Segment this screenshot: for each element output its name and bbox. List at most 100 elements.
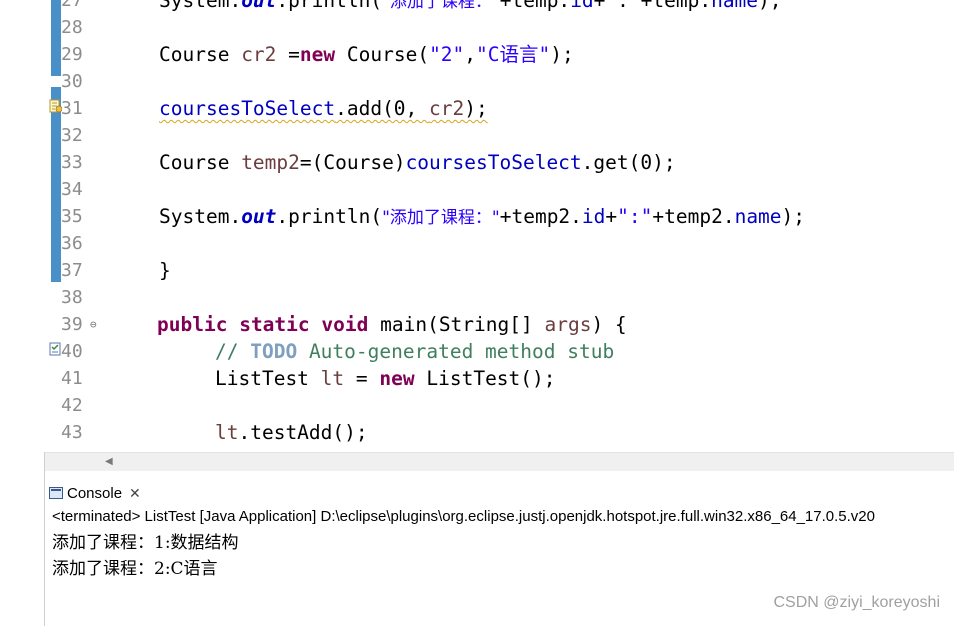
console-tab-bar: Console ✕ [45,480,954,506]
code-token: .add(0, [335,97,430,120]
line-number: 41 [61,368,83,389]
code-editor[interactable]: 27 28 29 30 31 32 33 34 35 36 37 38 39 ⊖… [0,0,954,452]
code-token: name [711,0,759,12]
line-number: 27 [61,0,83,11]
code-line-29[interactable]: Course cr2 =new Course("2","C语言"); [159,41,574,68]
code-token: } [159,259,171,282]
code-token: new [379,367,415,390]
code-token: Course [159,43,242,66]
code-line-33[interactable]: Course temp2=(Course)coursesToSelect.get… [159,149,676,176]
code-token: .get(0); [581,151,676,174]
scrollbar-gutter [45,452,100,471]
code-token: ) { [591,313,627,336]
code-token: ListTest(); [414,367,556,390]
code-token: .println( [276,205,383,228]
code-token: +temp. [499,0,571,12]
code-token: = [276,43,300,66]
warning-squiggle: coursesToSelect.add(0, cr2); [159,97,488,120]
code-token: id [581,205,606,228]
code-token: // [215,340,251,363]
code-token: Auto-generated method stub [297,340,615,363]
line-number: 34 [61,179,83,200]
code-token: "C语言" [476,43,551,66]
code-token: coursesToSelect [159,97,336,120]
code-token: +":"+temp. [593,0,712,12]
code-line-31[interactable]: coursesToSelect.add(0, cr2); [159,95,488,122]
tab-console[interactable]: Console ✕ [49,481,141,505]
line-number: 40 [61,341,83,362]
code-token: temp2 [241,151,300,174]
code-token: +temp2. [652,205,735,228]
code-line-37[interactable]: } [159,257,171,284]
code-token: ); [758,0,782,12]
code-token: ); [464,97,488,120]
code-token: cr2 [429,97,465,120]
line-number: 30 [61,71,83,92]
code-token: void [321,313,369,336]
code-token: Course( [335,43,430,66]
code-token: ListTest [215,367,321,390]
console-icon [49,487,63,499]
console-output-line[interactable]: 添加了课程：2:C语言 [52,556,218,582]
code-token: =(Course) [299,151,406,174]
code-token: out [241,205,277,228]
fold-toggle-icon[interactable]: ⊖ [90,311,97,338]
code-token: out [241,0,277,12]
line-number: 31 [61,98,83,119]
line-number: 37 [61,260,83,281]
code-token: lt [320,367,345,390]
code-line-43[interactable]: lt.testAdd(); [215,419,368,446]
task-marker-icon[interactable] [48,341,62,357]
line-number: 38 [61,287,83,308]
warning-marker-icon[interactable] [48,98,62,114]
code-token: name [734,205,782,228]
code-token: Course [159,151,242,174]
line-number: 42 [61,395,83,416]
code-token: coursesToSelect [405,151,582,174]
line-number: 39 ⊖ [61,311,101,338]
code-token: = [344,367,380,390]
console-tab-label: Console [67,484,123,502]
code-line-27[interactable]: System.out.println("添加了课程："+temp.id+":"+… [159,0,782,14]
code-token: , [464,43,477,66]
code-token: public [157,313,228,336]
code-line-35[interactable]: System.out.println("添加了课程："+temp2.id+":"… [159,203,805,230]
code-token: + [605,205,618,228]
line-number: 36 [61,233,83,254]
line-number: 28 [61,17,83,38]
code-token: cr2 [241,43,277,66]
code-line-39[interactable]: public static void main(String[] args) { [157,311,627,338]
console-status: <terminated> ListTest [Java Application]… [52,508,875,525]
code-token: System. [159,0,242,12]
code-line-40[interactable]: // TODO Auto-generated method stub [215,338,614,365]
code-token: lt [215,421,239,444]
code-token: ); [550,43,574,66]
code-token: .testAdd(); [238,421,368,444]
code-token: id [570,0,594,12]
line-number: 29 [61,44,83,65]
code-token: TODO [250,340,298,363]
close-icon[interactable]: ✕ [129,485,141,502]
code-token: .println( [276,0,383,12]
code-token: "添加了课程：" [382,0,500,12]
horizontal-scrollbar[interactable]: ◀ [100,452,954,471]
code-token: args [544,313,592,336]
code-line-41[interactable]: ListTest lt = new ListTest(); [215,365,556,392]
code-token: new [299,43,336,66]
line-number: 32 [61,125,83,146]
code-token: System. [159,205,242,228]
console-output-line[interactable]: 添加了课程：1:数据结构 [52,530,239,556]
watermark: CSDN @ziyi_koreyoshi [773,594,940,611]
code-token: +temp2. [499,205,582,228]
code-token: "添加了课程：" [382,208,500,228]
line-number: 35 [61,206,83,227]
code-token: "2" [429,43,465,66]
change-ruler-block [51,87,61,282]
line-number-text: 39 [61,314,83,335]
scroll-left-icon[interactable]: ◀ [105,456,113,467]
code-token: main(String[] [368,313,545,336]
code-token: ":" [617,205,653,228]
line-number: 43 [61,422,83,443]
